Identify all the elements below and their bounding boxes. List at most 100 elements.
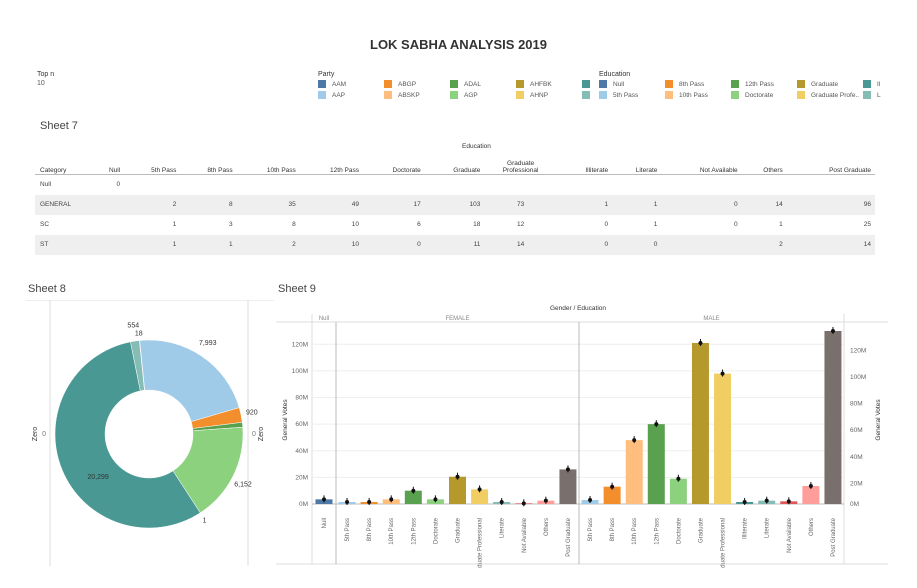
x-tick-label: 8th Pass <box>367 518 373 541</box>
legend-item[interactable]: AGP <box>450 91 478 99</box>
table-cell: 2 <box>172 201 177 208</box>
row-header: Null <box>40 181 52 189</box>
legend-swatch <box>516 80 524 88</box>
y-tick-label-right: 20M <box>850 480 863 487</box>
table-cell: 0 <box>653 241 658 248</box>
legend-item[interactable]: 8th Pass <box>665 80 704 88</box>
legend-item[interactable]: ABSKP <box>384 91 420 99</box>
legend-item[interactable]: AHNP <box>516 91 548 99</box>
legend-item[interactable]: Doctorate <box>731 91 773 99</box>
bar[interactable] <box>691 342 709 504</box>
bar[interactable] <box>647 424 665 504</box>
table-cell: 2 <box>292 241 296 248</box>
table-row: GENERAL 2 8 35 49 17 103 73 1 1 0 14 96 <box>35 194 875 215</box>
bar-marker <box>720 371 725 376</box>
legend-item[interactable]: Graduate <box>797 80 838 88</box>
panel-label: MALE <box>703 316 719 322</box>
legend-item[interactable]: ADAL <box>450 80 481 88</box>
bar[interactable] <box>824 331 842 504</box>
column-header: Post Graduate <box>829 167 871 174</box>
bar-marker <box>676 476 681 481</box>
panel-label: Null <box>319 316 329 322</box>
legend-label: Il <box>877 80 881 88</box>
legend-label: ABGP <box>398 80 417 88</box>
legend-label: 8th Pass <box>679 80 705 88</box>
y-tick-label-right: 100M <box>850 374 866 381</box>
table-cell: 35 <box>288 201 296 208</box>
education-legend-title: Education <box>599 71 631 78</box>
legend-swatch <box>384 91 392 99</box>
column-header: Graduate Professional <box>502 160 539 174</box>
x-tick-label: 10th Pass <box>389 518 395 545</box>
legend-item[interactable]: L <box>863 91 881 99</box>
legend-item[interactable]: 12th Pass <box>731 80 774 88</box>
bar[interactable] <box>714 373 732 504</box>
x-tick-label: Graduate <box>698 517 704 543</box>
legend-item[interactable]: Il <box>863 80 880 88</box>
legend-item[interactable] <box>582 91 596 99</box>
legend-swatch <box>318 80 326 88</box>
legend-item[interactable]: AAM <box>318 80 346 88</box>
bar-marker <box>411 488 416 493</box>
bar[interactable] <box>669 478 687 504</box>
table-cell: 25 <box>863 221 871 228</box>
table-cell: 1 <box>779 221 783 228</box>
donut-slice-label: 554 <box>127 322 139 329</box>
legend-item[interactable] <box>582 80 596 88</box>
bar-chart-header: Gender / Education <box>550 305 606 312</box>
legend-label: ADAL <box>464 80 481 88</box>
table-cell: 10 <box>351 221 359 228</box>
legend-item[interactable]: AHFBK <box>516 80 552 88</box>
table-cell: 1 <box>172 221 177 228</box>
y-tick-label: 120M <box>292 341 308 348</box>
legend-label: AAP <box>332 91 346 99</box>
legend-label: AHFBK <box>530 80 552 88</box>
legend-swatch <box>582 91 590 99</box>
table-cell: 17 <box>413 201 421 208</box>
table-cell <box>237 175 300 195</box>
bar-marker <box>322 497 326 502</box>
table-cell <box>742 175 787 195</box>
legend-label: Doctorate <box>745 91 774 99</box>
x-tick-label: Doctorate <box>433 517 439 544</box>
legend-item[interactable]: 5th Pass <box>599 91 638 99</box>
column-header: Doctorate <box>392 167 421 174</box>
donut-slice-label: 920 <box>246 409 258 416</box>
table-cell: 1 <box>604 201 609 208</box>
x-tick-label: Illiterate <box>743 517 749 539</box>
y-tick-label-right: 60M <box>850 427 863 434</box>
bar-marker <box>345 500 350 505</box>
legend-label: Null <box>613 80 625 88</box>
y-tick-label-right: 120M <box>850 347 866 354</box>
legend-item[interactable]: Null <box>599 80 624 88</box>
column-header: 8th Pass <box>207 167 233 174</box>
bar-marker <box>389 497 394 502</box>
legend-item[interactable]: AAP <box>318 91 345 99</box>
column-header: 5th Pass <box>151 167 177 174</box>
donut-slice-label: 18 <box>135 331 143 338</box>
bar[interactable] <box>625 440 643 504</box>
legend-item[interactable]: 10th Pass <box>665 91 708 99</box>
table-cell: 1 <box>172 241 177 248</box>
donut-slice[interactable] <box>139 339 240 422</box>
legend-item[interactable]: Graduate Profe.. <box>797 91 859 99</box>
table-cell: 8 <box>292 221 296 228</box>
donut-slice-label: 7,993 <box>199 340 217 347</box>
y-tick-label-right: 40M <box>850 454 863 461</box>
table-cell <box>561 175 612 195</box>
legend-item[interactable]: ABGP <box>384 80 416 88</box>
dashboard-title: LOK SABHA ANALYSIS 2019 <box>370 37 547 52</box>
y-axis-title-right: General Votes <box>875 399 882 441</box>
bar[interactable] <box>449 476 466 504</box>
table-cell: 12 <box>516 221 525 228</box>
bar-marker <box>588 498 593 503</box>
x-tick-label: Post Graduate <box>831 517 837 556</box>
bar[interactable] <box>559 469 577 504</box>
table-cell: 0 <box>417 241 421 248</box>
y-tick-label: 20M <box>295 474 308 481</box>
sheet7-group-header: Education <box>462 143 491 150</box>
topn-filter-value[interactable]: 10 <box>37 80 45 87</box>
table-cell: 8 <box>228 201 233 208</box>
bar-marker <box>808 484 813 489</box>
y-tick-label-right: 80M <box>850 401 863 408</box>
